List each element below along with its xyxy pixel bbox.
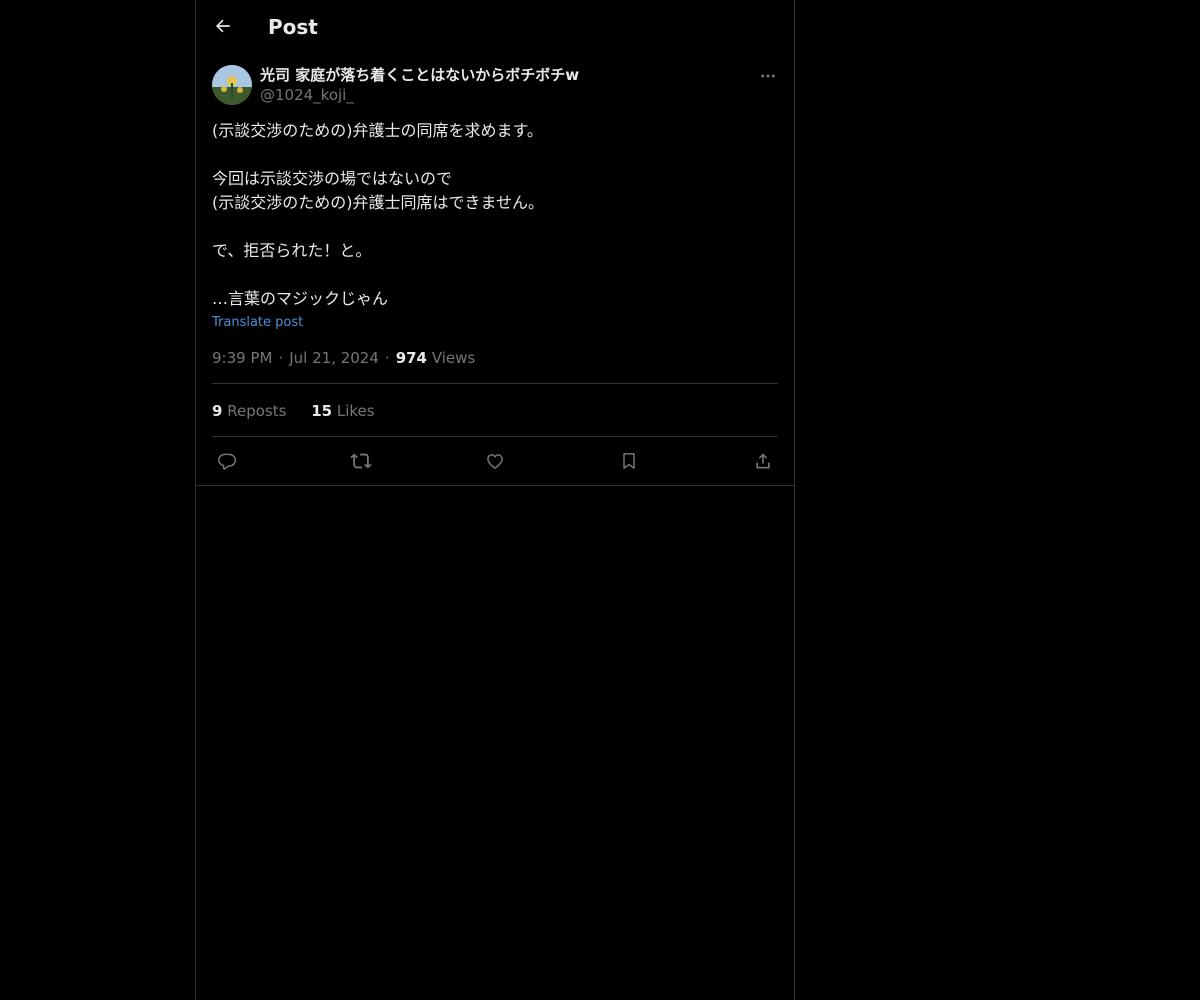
repost-icon [350, 453, 372, 469]
post-text-line: …言葉のマジックじゃん [212, 289, 389, 308]
post-text-line: (示談交渉のための)弁護士の同席を求めます。 [212, 121, 543, 140]
post-text-line: (示談交渉のための)弁護士同席はできません。 [212, 193, 545, 212]
more-icon [761, 74, 775, 78]
divider [212, 383, 778, 384]
bookmark-icon [623, 453, 635, 469]
reply-icon [217, 453, 237, 470]
post-date[interactable]: Jul 21, 2024 [289, 349, 379, 367]
avatar[interactable] [212, 65, 252, 105]
likes-count: 15 [311, 402, 333, 420]
post-metadata: 9:39 PM · Jul 21, 2024 · 974 Views [212, 348, 475, 368]
page-header: Post [196, 0, 794, 53]
post-time[interactable]: 9:39 PM [212, 349, 272, 367]
author-name[interactable]: 光司 家庭が落ち着くことはないからボチボチw [260, 65, 579, 85]
post-text-line: で、拒否られた！と。 [212, 241, 372, 260]
like-button[interactable] [480, 449, 510, 473]
views-count: 974 [395, 349, 427, 367]
post-text: (示談交渉のための)弁護士の同席を求めます。 今回は示談交渉の場ではないので (… [212, 119, 778, 311]
divider [212, 436, 778, 437]
main-column: Post 光司 家庭が落ち着くことはないからボチボチw @1024_koji_ … [195, 0, 795, 1000]
views-label: Views [431, 349, 476, 367]
reposts-count: 9 [212, 402, 223, 420]
back-button[interactable] [208, 11, 238, 41]
share-button[interactable] [748, 449, 778, 473]
separator: · [278, 349, 284, 367]
like-icon [487, 454, 503, 469]
post-text-line: 今回は示談交渉の場ではないので [212, 169, 453, 188]
avatar-image [212, 65, 252, 105]
repost-button[interactable] [346, 449, 376, 473]
action-bar [212, 449, 778, 473]
translate-post-link[interactable]: Translate post [212, 314, 303, 332]
author-handle[interactable]: @1024_koji_ [260, 85, 354, 105]
page-title: Post [268, 15, 318, 39]
share-icon [756, 453, 770, 469]
bookmark-button[interactable] [614, 449, 644, 473]
more-options-button[interactable] [758, 66, 778, 86]
reposts-stat[interactable]: 9 Reposts [212, 402, 286, 420]
engagement-stats: 9 Reposts 15 Likes [212, 401, 395, 421]
likes-stat[interactable]: 15 Likes [311, 402, 374, 420]
arrow-left-icon [216, 19, 230, 33]
post-detail: 光司 家庭が落ち着くことはないからボチボチw @1024_koji_ (示談交渉… [196, 53, 794, 486]
reposts-label: Reposts [227, 402, 287, 420]
reply-button[interactable] [212, 449, 242, 473]
likes-label: Likes [336, 402, 375, 420]
separator: · [384, 349, 390, 367]
